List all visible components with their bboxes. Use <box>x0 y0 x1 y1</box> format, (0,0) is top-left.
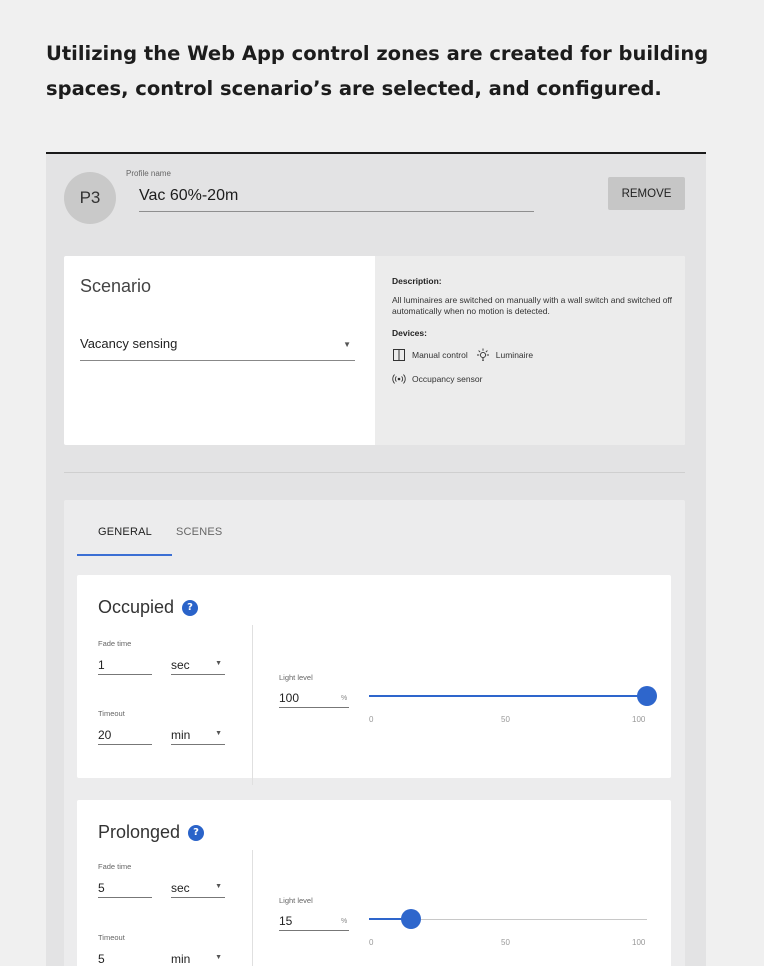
vertical-separator <box>252 625 253 785</box>
fade-time-label: Fade time <box>98 862 132 871</box>
unit-value: min <box>171 728 191 742</box>
profile-avatar: P3 <box>64 172 116 224</box>
vertical-separator <box>252 850 253 966</box>
light-level-label: Light level <box>279 673 313 682</box>
caret-down-icon: ▼ <box>215 883 222 890</box>
occupied-card: Occupied ? Fade time 1 sec ▼ Timeout 20 … <box>77 575 671 785</box>
timeout-input[interactable]: 20 <box>98 725 152 745</box>
caret-down-icon: ▼ <box>215 730 222 737</box>
slider-tick-label: 100 <box>632 938 646 947</box>
scenario-title: Scenario <box>80 276 152 296</box>
slider-tick-label: 0 <box>369 938 374 947</box>
timeout-input[interactable]: 5 <box>98 949 152 966</box>
devices-row: Occupancy sensor <box>392 372 685 386</box>
slider-tick-label: 0 <box>369 715 374 724</box>
timeout-label: Timeout <box>98 709 125 718</box>
light-level-label: Light level <box>279 896 313 905</box>
device-label: Manual control <box>412 350 468 360</box>
wall-switch-icon <box>392 348 406 362</box>
unit-value: sec <box>171 881 190 895</box>
timeout-unit-select[interactable]: min ▼ <box>171 949 225 966</box>
unit-value: min <box>171 952 191 966</box>
scenario-description-panel: Description: All luminaires are switched… <box>375 256 685 445</box>
active-tab-indicator <box>77 554 172 556</box>
percent-unit: % <box>341 695 348 702</box>
scenario-card: Scenario Vacancy sensing ▼ Description: … <box>64 256 685 445</box>
fade-time-label: Fade time <box>98 639 132 648</box>
profile-name-label: Profile name <box>126 169 171 178</box>
help-icon[interactable]: ? <box>182 599 199 616</box>
caret-down-icon: ▼ <box>343 340 351 349</box>
slider-tick-label: 100 <box>632 715 646 724</box>
page-headline: Utilizing the Web App control zones are … <box>46 42 709 100</box>
fade-time-unit-select[interactable]: sec ▼ <box>171 655 225 675</box>
mode-title: Occupied ? <box>98 597 199 618</box>
devices-heading: Devices: <box>392 328 427 338</box>
timeout-unit-select[interactable]: min ▼ <box>171 725 225 745</box>
unit-value: sec <box>171 658 190 672</box>
description-text: All luminaires are switched on manually … <box>392 295 672 316</box>
light-level-slider[interactable] <box>369 686 657 706</box>
fade-time-input[interactable]: 5 <box>98 878 152 898</box>
timeout-label: Timeout <box>98 933 125 942</box>
device-occupancy-sensor: Occupancy sensor <box>392 372 482 386</box>
mode-title-text: Prolonged <box>98 822 181 842</box>
occupancy-sensor-icon <box>392 372 406 386</box>
mode-title-text: Occupied <box>98 597 175 617</box>
device-label: Luminaire <box>495 350 534 360</box>
slider-fill <box>369 695 647 697</box>
profile-name-input[interactable]: Vac 60%-20m <box>139 182 534 212</box>
mode-title: Prolonged ? <box>98 822 205 843</box>
lightbulb-icon <box>476 348 490 362</box>
fade-time-input[interactable]: 1 <box>98 655 152 675</box>
tab-general[interactable]: GENERAL <box>98 526 152 538</box>
slider-thumb[interactable] <box>637 686 657 706</box>
scenario-select[interactable]: Vacancy sensing ▼ <box>80 336 355 361</box>
device-manual-control: Manual control <box>392 348 468 362</box>
devices-row: Manual control Luminaire <box>392 348 685 362</box>
fade-time-unit-select[interactable]: sec ▼ <box>171 878 225 898</box>
slider-tick-label: 50 <box>501 938 510 947</box>
caret-down-icon: ▼ <box>215 954 222 961</box>
help-icon[interactable]: ? <box>188 824 205 841</box>
scenario-selected-value: Vacancy sensing <box>80 336 178 351</box>
remove-button[interactable]: REMOVE <box>608 177 685 210</box>
percent-unit: % <box>341 918 348 925</box>
device-luminaire: Luminaire <box>476 348 533 362</box>
slider-thumb[interactable] <box>400 909 421 929</box>
settings-panel: GENERAL SCENES Occupied ? Fade time 1 se… <box>64 500 685 966</box>
light-level-slider[interactable] <box>369 909 647 929</box>
app-window: P3 Profile name Vac 60%-20m REMOVE Scena… <box>46 152 706 966</box>
prolonged-card: Prolonged ? Fade time 5 sec ▼ Timeout 5 … <box>77 800 671 966</box>
light-level-input[interactable]: 15 <box>279 911 349 931</box>
slider-tick-label: 50 <box>501 715 510 724</box>
section-divider <box>64 472 685 473</box>
device-label: Occupancy sensor <box>412 374 483 384</box>
description-heading: Description: <box>392 276 442 286</box>
light-level-input[interactable]: 100 <box>279 688 349 708</box>
caret-down-icon: ▼ <box>215 660 222 667</box>
tab-scenes[interactable]: SCENES <box>176 526 222 538</box>
